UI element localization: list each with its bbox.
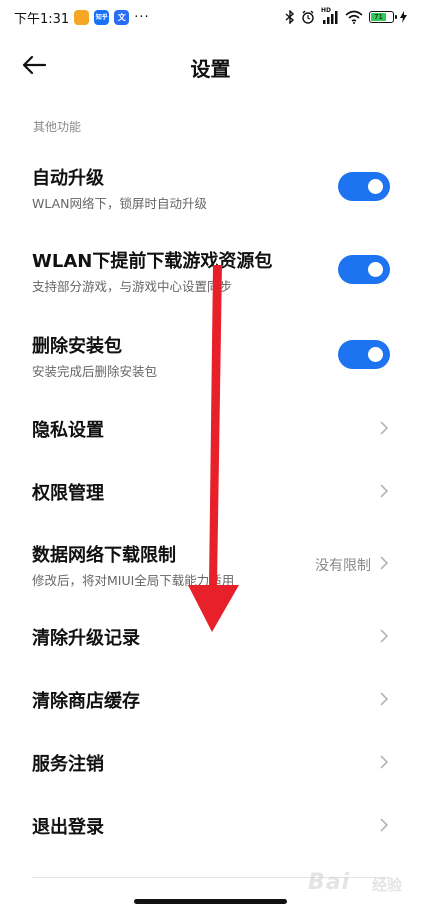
- row-subtitle: 修改后，将对MIUI全局下载能力适用: [32, 573, 235, 588]
- message-app-icon: [74, 9, 90, 25]
- title-bar: 设置: [0, 34, 421, 96]
- section-header: 其他功能: [33, 120, 82, 134]
- row-subtitle: 安装完成后删除安装包: [32, 364, 158, 379]
- chevron-right-icon: [380, 629, 389, 643]
- row-title: 清除商店缓存: [32, 691, 140, 712]
- watermark-text: Bai: [308, 870, 351, 895]
- chevron-right-icon: [380, 556, 389, 570]
- row-cancel-service[interactable]: 服务注销: [0, 732, 421, 794]
- signal-indicator: HD: [321, 7, 339, 24]
- row-title: 退出登录: [32, 817, 104, 838]
- row-title: 隐私设置: [32, 420, 104, 441]
- signal-icon: [323, 11, 338, 24]
- row-clear-upgrade-records[interactable]: 清除升级记录: [0, 606, 421, 668]
- toggle-knob: [368, 179, 383, 194]
- page-title: 设置: [190, 57, 231, 81]
- baidu-watermark: Bai 经验: [296, 864, 414, 904]
- row-title: 自动升级: [32, 168, 104, 189]
- row-auto-upgrade[interactable]: 自动升级 WLAN网络下，锁屏时自动升级: [0, 158, 421, 220]
- mobile-data-limit-value: 没有限制: [315, 558, 371, 574]
- row-title: 数据网络下载限制: [32, 545, 176, 566]
- row-logout[interactable]: 退出登录: [0, 795, 421, 857]
- translate-app-icon: 文: [114, 9, 130, 25]
- row-title: 权限管理: [32, 483, 104, 504]
- chevron-right-icon: [380, 421, 389, 435]
- row-wlan-predownload[interactable]: WLAN下提前下载游戏资源包 支持部分游戏，与游戏中心设置同步: [0, 241, 421, 303]
- row-title: 删除安装包: [32, 336, 122, 357]
- chevron-right-icon: [380, 818, 389, 832]
- chevron-right-icon: [380, 484, 389, 498]
- alarm-icon: [302, 10, 314, 24]
- row-permission-management[interactable]: 权限管理: [0, 461, 421, 523]
- zhihu-app-icon: 知乎: [94, 9, 110, 25]
- row-privacy-settings[interactable]: 隐私设置: [0, 398, 421, 460]
- row-title: WLAN下提前下载游戏资源包: [32, 251, 273, 272]
- row-subtitle: 支持部分游戏，与游戏中心设置同步: [32, 279, 233, 294]
- toggle-knob: [368, 347, 383, 362]
- home-indicator[interactable]: [134, 899, 287, 904]
- battery-icon: 71: [369, 11, 397, 23]
- auto-upgrade-toggle[interactable]: [338, 172, 390, 201]
- row-title: 服务注销: [32, 754, 104, 775]
- status-left: 下午1:31 知乎 文 ···: [14, 8, 150, 27]
- row-subtitle: WLAN网络下，锁屏时自动升级: [32, 196, 208, 211]
- more-notifications-icon: ···: [134, 9, 150, 25]
- status-bar: 下午1:31 知乎 文 ··· HD 71: [0, 0, 421, 34]
- chevron-right-icon: [380, 755, 389, 769]
- status-right: HD 71: [285, 7, 407, 24]
- wifi-icon: [345, 10, 363, 24]
- battery-level: 71: [371, 13, 386, 21]
- toggle-knob: [368, 262, 383, 277]
- delete-package-toggle[interactable]: [338, 340, 390, 369]
- row-mobile-data-limit[interactable]: 数据网络下载限制 修改后，将对MIUI全局下载能力适用 没有限制: [0, 535, 421, 597]
- chevron-right-icon: [380, 692, 389, 706]
- wlan-predownload-toggle[interactable]: [338, 255, 390, 284]
- status-time: 下午1:31: [14, 11, 70, 27]
- row-clear-store-cache[interactable]: 清除商店缓存: [0, 669, 421, 731]
- row-delete-package[interactable]: 删除安装包 安装完成后删除安装包: [0, 326, 421, 388]
- row-title: 清除升级记录: [32, 628, 140, 649]
- charging-icon: [400, 11, 407, 23]
- watermark-sub: 经验: [372, 876, 403, 894]
- bluetooth-icon: [285, 10, 295, 24]
